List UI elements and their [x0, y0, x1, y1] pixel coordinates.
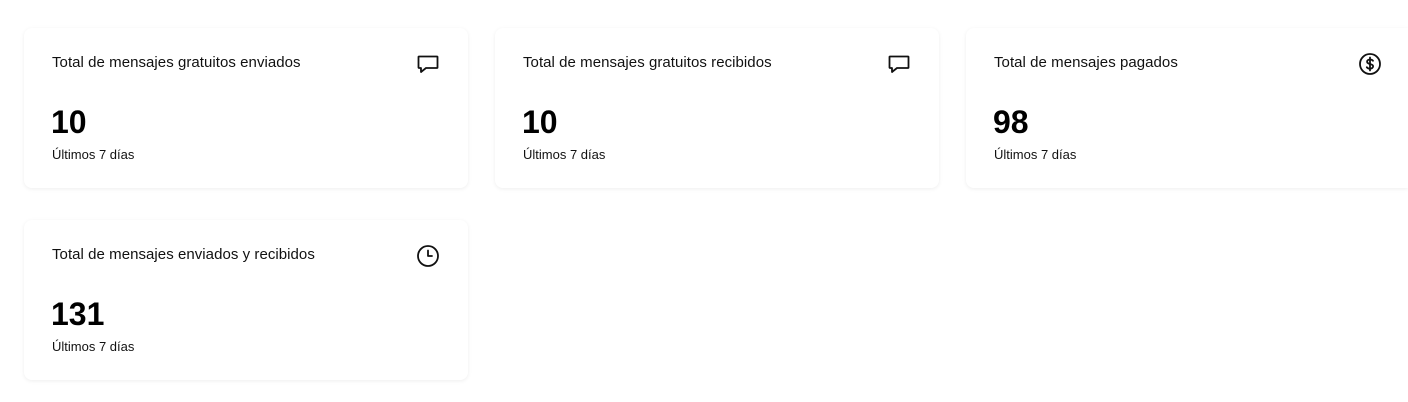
- message-icon: [416, 52, 440, 76]
- stat-card-title: Total de mensajes gratuitos enviados: [52, 54, 301, 71]
- stat-card-free-received: Total de mensajes gratuitos recibidos 10…: [495, 28, 939, 188]
- stat-card-period: Últimos 7 días: [523, 147, 606, 162]
- stat-card-period: Últimos 7 días: [52, 339, 135, 354]
- stat-card-total: Total de mensajes enviados y recibidos 1…: [24, 220, 468, 380]
- message-icon: [887, 52, 911, 76]
- stat-card-period: Últimos 7 días: [52, 147, 135, 162]
- stat-card-value: 98: [993, 104, 1029, 140]
- stat-card-title: Total de mensajes enviados y recibidos: [52, 246, 315, 263]
- stat-card-value: 131: [51, 296, 105, 332]
- stat-card-free-sent: Total de mensajes gratuitos enviados 10 …: [24, 28, 468, 188]
- stat-card-paid: Total de mensajes pagados 98 Últimos 7 d…: [966, 28, 1408, 188]
- stat-card-period: Últimos 7 días: [994, 147, 1077, 162]
- stat-card-value: 10: [51, 104, 87, 140]
- clock-icon: [416, 244, 440, 268]
- dollar-circle-icon: [1358, 52, 1382, 76]
- stat-card-title: Total de mensajes gratuitos recibidos: [523, 54, 772, 71]
- stat-card-value: 10: [522, 104, 558, 140]
- stats-grid: Total de mensajes gratuitos enviados 10 …: [0, 0, 1408, 402]
- stat-card-title: Total de mensajes pagados: [994, 54, 1178, 71]
